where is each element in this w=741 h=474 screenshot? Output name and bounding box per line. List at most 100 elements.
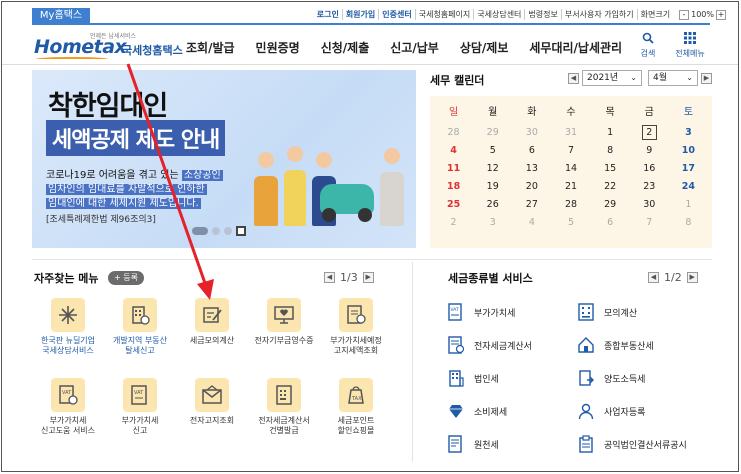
frequent-next-icon[interactable]: ▶ xyxy=(362,272,374,283)
nav-filing-payment[interactable]: 신고/납부 xyxy=(390,39,439,56)
calendar-day[interactable]: 4 xyxy=(434,142,473,160)
consult-center-link[interactable]: 국세상담센터 xyxy=(473,9,524,20)
tax-service-item[interactable]: VAT 부가가치세 xyxy=(446,300,576,324)
nav-application[interactable]: 신청/제출 xyxy=(321,39,370,56)
calendar-day[interactable]: 7 xyxy=(551,142,590,160)
month-select[interactable]: 4월 ⌄ xyxy=(648,70,698,86)
frequent-menu-item[interactable]: 부가가치세예정 고지세액조회 xyxy=(320,298,392,372)
calendar-day[interactable]: 15 xyxy=(591,160,630,178)
add-menu-button[interactable]: + 등록 xyxy=(108,271,144,285)
frequent-menu-item[interactable]: 세금모의계산 xyxy=(176,298,248,372)
frequent-menu-item[interactable]: 전자기부금영수증 xyxy=(248,298,320,372)
calendar-day[interactable]: 18 xyxy=(434,178,473,196)
calendar-day[interactable]: 6 xyxy=(512,142,551,160)
banner-slide-2[interactable] xyxy=(212,227,220,235)
calendar-day[interactable]: 1 xyxy=(591,124,630,142)
tax-service-item[interactable]: 원천세 xyxy=(446,432,576,456)
frequent-menu-item[interactable]: 한국판 뉴딜기업 국세상담서비스 xyxy=(32,298,104,372)
calendar-day[interactable]: 29 xyxy=(591,196,630,214)
nav-consult-report[interactable]: 상담/제보 xyxy=(460,39,509,56)
tax-service-item[interactable]: 종합부동산세 xyxy=(576,333,706,357)
frequent-menu-title: 자주찾는 메뉴 xyxy=(34,272,99,285)
calendar-day[interactable]: 3 xyxy=(473,214,512,232)
banner-slide-1[interactable] xyxy=(192,227,208,235)
calendar-day[interactable]: 21 xyxy=(551,178,590,196)
calendar-day[interactable]: 27 xyxy=(512,196,551,214)
nav-inquiry[interactable]: 조회/발급 xyxy=(186,39,235,56)
calendar-day[interactable]: 23 xyxy=(630,178,669,196)
promo-banner[interactable]: 착한임대인 세액공제 제도 안내 코로나19로 어려움을 겪고 있는 소상공인 … xyxy=(32,70,416,248)
calendar-day[interactable]: 5 xyxy=(473,142,512,160)
calendar-day[interactable]: 12 xyxy=(473,160,512,178)
calendar-day[interactable]: 1 xyxy=(669,196,708,214)
nts-homepage-link[interactable]: 국세청홈페이지 xyxy=(414,9,474,20)
cert-center-link[interactable]: 인증센터 xyxy=(378,9,414,20)
calendar-next-icon[interactable]: ▶ xyxy=(701,72,712,84)
calendar-day-number: 19 xyxy=(486,181,499,192)
calendar-day[interactable]: 3 xyxy=(669,124,708,142)
year-select[interactable]: 2021년 ⌄ xyxy=(582,70,642,86)
calendar-day[interactable]: 30 xyxy=(630,196,669,214)
tax-service-item[interactable]: 법인세 xyxy=(446,366,576,390)
tax-service-item[interactable]: 공익법인결산서류공시 xyxy=(576,432,706,456)
banner-slide-3[interactable] xyxy=(224,227,232,235)
tax-service-item[interactable]: 전자세금계산서 xyxy=(446,333,576,357)
tax-service-item[interactable]: 소비제세 xyxy=(446,399,576,423)
calendar-day-number: 8 xyxy=(607,145,614,156)
frequent-prev-icon[interactable]: ◀ xyxy=(324,272,335,283)
calendar-day[interactable]: 28 xyxy=(551,196,590,214)
frequent-menu-item[interactable]: TAX 세금포인트 할인쇼핑몰 xyxy=(320,378,392,452)
calendar-day[interactable]: 26 xyxy=(473,196,512,214)
calendar-day-today[interactable]: 2 xyxy=(630,124,669,142)
calendar-day[interactable]: 8 xyxy=(591,142,630,160)
calendar-day[interactable]: 11 xyxy=(434,160,473,178)
services-prev-icon[interactable]: ◀ xyxy=(648,272,659,283)
calendar-day[interactable]: 13 xyxy=(512,160,551,178)
calendar-day[interactable]: 28 xyxy=(434,124,473,142)
calendar-day[interactable]: 10 xyxy=(669,142,708,160)
frequent-menu-item[interactable]: VAT 부가가치세 신고 xyxy=(104,378,176,452)
nav-certificates[interactable]: 민원증명 xyxy=(256,39,300,56)
calendar-day[interactable]: 2 xyxy=(434,214,473,232)
zoom-in-button[interactable]: + xyxy=(716,9,726,20)
calendar-day[interactable]: 5 xyxy=(551,214,590,232)
calendar-day[interactable]: 19 xyxy=(473,178,512,196)
login-link[interactable]: 로그인 xyxy=(314,9,342,20)
calendar-day[interactable]: 7 xyxy=(630,214,669,232)
calendar-day[interactable]: 9 xyxy=(630,142,669,160)
calendar-day[interactable]: 24 xyxy=(669,178,708,196)
calendar-day[interactable]: 6 xyxy=(591,214,630,232)
search-button[interactable]: 검색 xyxy=(628,32,668,59)
calendar-day[interactable]: 4 xyxy=(512,214,551,232)
hometax-logo[interactable]: 언제든 납세서비스 Hometax 국세청홈택스 xyxy=(34,32,184,62)
law-info-link[interactable]: 법령정보 xyxy=(524,9,560,20)
services-next-icon[interactable]: ▶ xyxy=(686,272,698,283)
logo-korean-name: 국세청홈택스 xyxy=(122,44,183,57)
banner-pause-icon[interactable] xyxy=(236,226,246,236)
signup-link[interactable]: 회원가입 xyxy=(341,9,378,20)
calendar-day[interactable]: 14 xyxy=(551,160,590,178)
calendar-prev-icon[interactable]: ◀ xyxy=(568,72,579,84)
calendar-day[interactable]: 29 xyxy=(473,124,512,142)
all-menu-button[interactable]: 전체메뉴 xyxy=(670,32,710,59)
frequent-menu-item[interactable]: 전자세금계산서 건별발급 xyxy=(248,378,320,452)
calendar-day[interactable]: 8 xyxy=(669,214,708,232)
tax-service-item[interactable]: 모의계산 xyxy=(576,300,706,324)
calendar-day[interactable]: 17 xyxy=(669,160,708,178)
calendar-day[interactable]: 30 xyxy=(512,124,551,142)
frequent-menu-item[interactable]: VAT 부가가치세 신고도움 서비스 xyxy=(32,378,104,452)
zoom-out-button[interactable]: - xyxy=(679,9,690,20)
calendar-day[interactable]: 20 xyxy=(512,178,551,196)
tax-service-item[interactable]: 사업자등록 xyxy=(576,399,706,423)
dept-user-signup-link[interactable]: 부서사용자 가입하기 xyxy=(560,9,637,20)
nav-tax-agent[interactable]: 세무대리/납세관리 xyxy=(529,39,622,56)
calendar-day[interactable]: 25 xyxy=(434,196,473,214)
calendar-day[interactable]: 31 xyxy=(551,124,590,142)
calendar-day[interactable]: 22 xyxy=(591,178,630,196)
my-hometax-tab[interactable]: My홈택스 xyxy=(32,8,90,24)
calendar-day[interactable]: 16 xyxy=(630,160,669,178)
tax-service-item[interactable]: 양도소득세 xyxy=(576,366,706,390)
tax-service-label: 공익법인결산서류공시 xyxy=(604,440,687,451)
frequent-menu-item[interactable]: 전자고지조회 xyxy=(176,378,248,452)
frequent-menu-item[interactable]: 개발지역 부동산 탈세신고 xyxy=(104,298,176,372)
